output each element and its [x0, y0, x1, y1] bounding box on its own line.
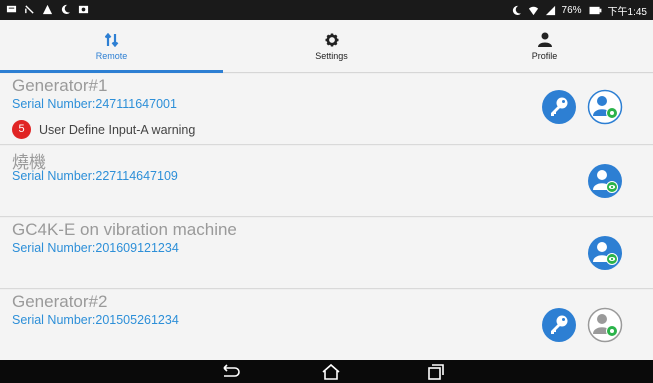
sort-arrows-icon [104, 32, 118, 47]
battery-icon [589, 6, 601, 15]
status-right-icons: 76% 下午1:45 [511, 3, 647, 18]
user-view-icon[interactable] [587, 235, 623, 271]
device-name: Generator#1 [12, 76, 108, 95]
device-row[interactable]: 燒機 Serial Number:227114647109 [0, 146, 653, 217]
status-left-icons [6, 4, 89, 15]
warning-count-badge: 5 [12, 120, 31, 139]
battery-percent: 76% [561, 5, 582, 16]
recent-apps-icon[interactable] [424, 363, 446, 381]
user-view-icon[interactable] [587, 163, 623, 199]
tab-remote-label: Remote [95, 50, 128, 61]
tab-profile[interactable]: Profile [436, 20, 653, 73]
key-icon[interactable] [541, 307, 577, 343]
clock: 下午1:45 [607, 7, 647, 18]
tab-bar: Remote Settings Profile [0, 20, 653, 73]
device-row[interactable]: GC4K-E on vibration machine Serial Numbe… [0, 218, 653, 289]
moon-icon [61, 4, 71, 15]
key-icon[interactable] [541, 89, 577, 125]
device-serial: Serial Number:227114647109 [12, 169, 178, 183]
back-icon[interactable] [218, 363, 240, 381]
device-row[interactable]: Generator#1 Serial Number:247111647001 5… [0, 74, 653, 145]
tab-settings-label: Settings [315, 50, 348, 61]
moon-icon [512, 5, 521, 16]
warning-line: 5 User Define Input-A warning [12, 120, 195, 139]
person-icon [537, 32, 552, 47]
device-serial: Serial Number:201609121234 [12, 241, 179, 255]
warning-icon [42, 4, 53, 15]
signal-icon [545, 5, 555, 16]
user-settings-icon[interactable] [587, 89, 623, 125]
device-name: GC4K-E on vibration machine [12, 220, 237, 239]
active-tab-indicator [0, 70, 223, 73]
slash-icon [25, 5, 34, 14]
status-bar: 76% 下午1:45 [0, 0, 653, 20]
wifi-icon [528, 6, 538, 16]
system-nav-bar [0, 360, 653, 383]
warning-text: User Define Input-A warning [39, 122, 196, 137]
gear-icon [325, 33, 338, 46]
home-icon[interactable] [320, 363, 342, 381]
user-settings-icon[interactable] [587, 307, 623, 343]
device-row[interactable]: Generator#2 Serial Number:201505261234 [0, 290, 653, 361]
message-icon [6, 5, 17, 13]
tab-remote[interactable]: Remote [3, 20, 220, 73]
photo-icon [78, 5, 89, 14]
tab-settings[interactable]: Settings [223, 20, 440, 73]
tab-profile-label: Profile [531, 51, 558, 61]
device-serial: Serial Number:201505261234 [12, 313, 179, 327]
device-name: Generator#2 [12, 292, 108, 311]
device-serial: Serial Number:247111647001 [12, 97, 177, 111]
